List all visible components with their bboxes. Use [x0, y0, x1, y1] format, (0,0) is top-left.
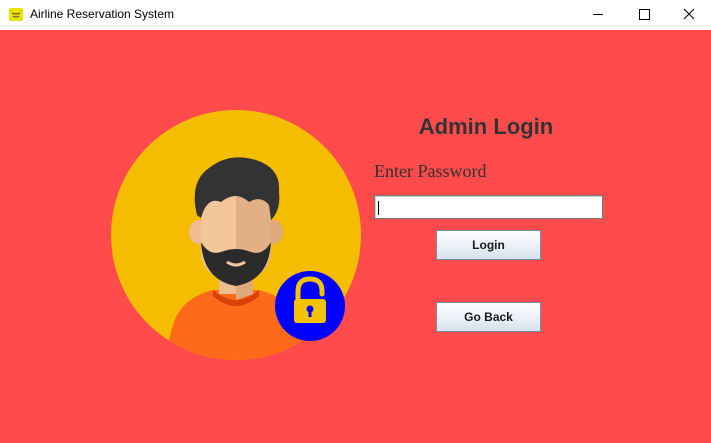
page-title: Admin Login: [418, 114, 554, 139]
maximize-icon: [639, 9, 650, 20]
minimize-button[interactable]: [575, 0, 621, 30]
login-panel: Admin Login Enter Password Login Go Back: [0, 30, 711, 443]
minimize-icon: [593, 14, 603, 15]
go-back-button[interactable]: Go Back: [436, 302, 541, 332]
java-app-icon: [9, 8, 23, 21]
app-window: Airline Reservation System Admin Login E…: [0, 0, 711, 443]
maximize-button[interactable]: [621, 0, 667, 30]
text-caret: [378, 201, 379, 215]
password-field[interactable]: [374, 195, 603, 219]
title-bar[interactable]: Airline Reservation System: [0, 0, 711, 30]
close-icon: [683, 8, 695, 20]
close-button[interactable]: [666, 0, 711, 30]
admin-avatar-icon: [111, 110, 361, 360]
password-label: Enter Password: [374, 161, 487, 181]
login-button[interactable]: Login: [436, 230, 541, 260]
window-title: Airline Reservation System: [30, 7, 175, 21]
